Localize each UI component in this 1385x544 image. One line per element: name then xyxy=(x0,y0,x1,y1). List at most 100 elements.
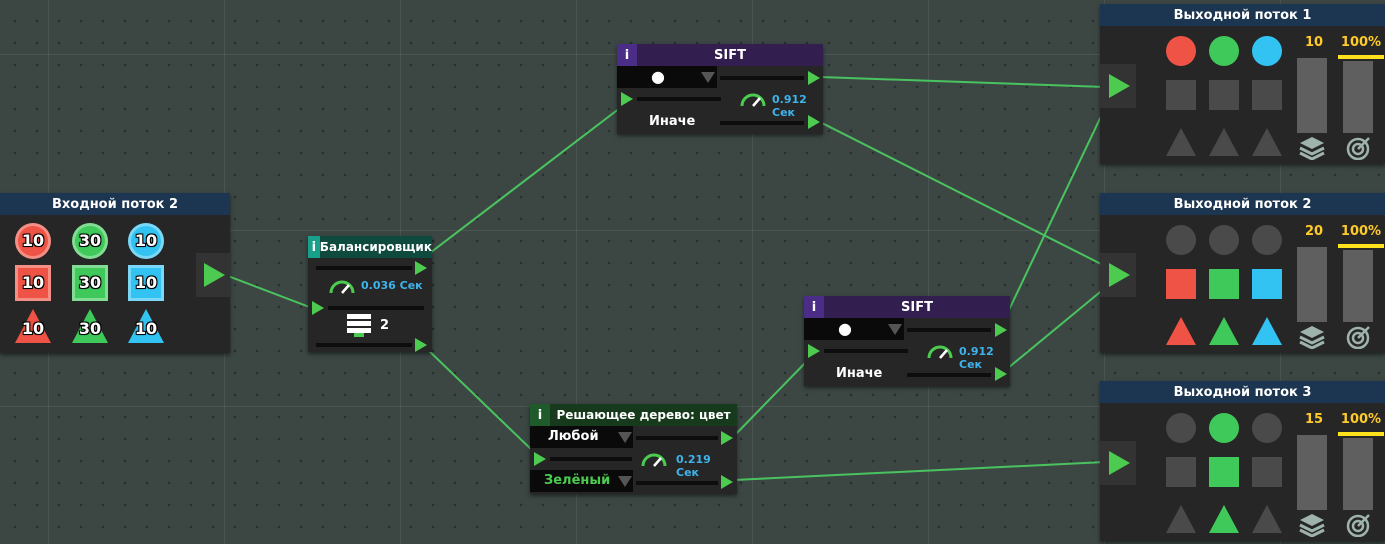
play-arrow-icon[interactable] xyxy=(995,367,1007,381)
play-arrow-icon[interactable] xyxy=(721,475,733,489)
sift-bottom-selector[interactable]: ● xyxy=(804,318,904,340)
output-square xyxy=(1252,457,1282,487)
input-stream-node[interactable]: Входной поток 2 10 30 10 10 30 10 10 30 10 xyxy=(0,193,230,353)
output-percent-bar xyxy=(1343,250,1373,322)
output-count-bar xyxy=(1297,247,1327,322)
speedometer-icon xyxy=(329,280,355,294)
stack-layers-icon xyxy=(1299,513,1325,541)
output-circle xyxy=(1166,225,1196,255)
play-arrow-icon[interactable] xyxy=(808,115,820,129)
output-square xyxy=(1209,80,1239,110)
output-count-bar xyxy=(1297,435,1327,510)
play-arrow-icon[interactable] xyxy=(312,301,324,315)
sift-node-top[interactable]: i SIFT ● 0.912 Сек Иначе xyxy=(617,44,823,134)
balancer-info-button[interactable]: i xyxy=(308,236,320,258)
sift-bottom-input-bar xyxy=(824,349,908,353)
sift-node-bottom[interactable]: i SIFT ● 0.912 Сек Иначе xyxy=(804,296,1010,386)
output-stream-title: Выходной поток 2 xyxy=(1100,193,1385,215)
balancer-title: Балансировщик xyxy=(319,236,432,258)
output-triangle xyxy=(1209,128,1239,160)
balancer-out2-bar xyxy=(316,343,412,347)
decision-tree-header: i Решающее дерево: цвет xyxy=(530,404,737,426)
output-circle xyxy=(1209,36,1239,66)
decision-tree-info-button[interactable]: i xyxy=(530,404,550,426)
play-arrow-icon[interactable] xyxy=(415,261,427,275)
output-input-port[interactable] xyxy=(1100,253,1136,297)
output-percent: 100% xyxy=(1340,35,1382,50)
output-input-port[interactable] xyxy=(1100,64,1136,108)
decision-any-label: Любой xyxy=(548,429,599,444)
server-stack-icon xyxy=(347,314,371,337)
decision-green-selector[interactable]: Зелёный xyxy=(530,470,633,492)
input-output-port[interactable] xyxy=(196,253,230,297)
output-input-port[interactable] xyxy=(1100,441,1136,485)
decision-out1-bar xyxy=(636,436,718,440)
dropdown-arrow-icon xyxy=(701,72,715,83)
play-arrow-icon[interactable] xyxy=(808,71,820,85)
sift-bottom-header: i SIFT xyxy=(804,296,1010,318)
output-square xyxy=(1252,269,1282,299)
output-triangle xyxy=(1252,128,1282,160)
output-percent-bar xyxy=(1343,61,1373,133)
sift-top-info-button[interactable]: i xyxy=(617,44,637,66)
output-triangle xyxy=(1209,317,1239,349)
output-triangle xyxy=(1252,505,1282,537)
sift-bottom-else-label: Иначе xyxy=(836,366,883,381)
sift-bottom-else-bar xyxy=(907,373,991,377)
output-square xyxy=(1209,269,1239,299)
output-stream-node[interactable]: Выходной поток 2 20 100% xyxy=(1100,193,1385,353)
output-stream-node[interactable]: Выходной поток 3 15 100% xyxy=(1100,381,1385,541)
speedometer-icon xyxy=(641,453,667,467)
balancer-out1-bar xyxy=(316,266,412,270)
output-stream-title: Выходной поток 1 xyxy=(1100,4,1385,26)
play-arrow-icon[interactable] xyxy=(721,431,733,445)
output-count: 20 xyxy=(1304,224,1324,239)
output-triangle xyxy=(1166,128,1196,160)
play-arrow-icon[interactable] xyxy=(808,344,820,358)
balancer-node[interactable]: i Балансировщик 0.036 Сек 2 xyxy=(308,236,432,352)
stack-layers-icon xyxy=(1299,325,1325,353)
balancer-input-bar xyxy=(328,306,424,310)
play-arrow-icon[interactable] xyxy=(415,338,427,352)
target-icon xyxy=(1346,136,1372,164)
output-circle xyxy=(1209,413,1239,443)
balancer-header: i Балансировщик xyxy=(308,236,432,258)
output-count: 15 xyxy=(1304,412,1324,427)
output-square xyxy=(1166,457,1196,487)
output-circle xyxy=(1252,36,1282,66)
play-arrow-icon[interactable] xyxy=(621,92,633,106)
output-circle xyxy=(1166,413,1196,443)
play-arrow-icon[interactable] xyxy=(995,323,1007,337)
output-stream-title: Выходной поток 3 xyxy=(1100,381,1385,403)
target-progress-line xyxy=(1338,244,1384,248)
sift-top-else-label: Иначе xyxy=(649,114,696,129)
decision-any-selector[interactable]: Любой xyxy=(530,426,633,448)
input-count-badge: 30 xyxy=(78,231,102,250)
dropdown-arrow-icon xyxy=(888,324,902,335)
sift-bottom-title: SIFT xyxy=(824,296,1010,318)
dropdown-arrow-icon xyxy=(618,432,632,443)
input-stream-title: Входной поток 2 xyxy=(0,193,230,215)
output-square xyxy=(1166,269,1196,299)
balancer-speed: 0.036 Сек xyxy=(361,279,423,292)
output-circle xyxy=(1252,413,1282,443)
input-count-badge: 30 xyxy=(78,273,102,292)
decision-input-bar xyxy=(550,457,632,461)
output-stream-node[interactable]: Выходной поток 1 10 100% xyxy=(1100,4,1385,164)
target-icon xyxy=(1346,513,1372,541)
output-triangle xyxy=(1166,317,1196,349)
output-triangle xyxy=(1209,505,1239,537)
play-arrow-icon[interactable] xyxy=(534,452,546,466)
output-square xyxy=(1209,457,1239,487)
stack-layers-icon xyxy=(1299,136,1325,164)
input-count-badge: 10 xyxy=(134,319,158,338)
sift-top-selector[interactable]: ● xyxy=(617,66,717,88)
output-triangle xyxy=(1166,505,1196,537)
decision-tree-node[interactable]: i Решающее дерево: цвет Любой 0.219 Сек … xyxy=(530,404,737,494)
speedometer-icon xyxy=(740,93,766,107)
play-arrow-icon xyxy=(204,263,225,287)
sift-bottom-info-button[interactable]: i xyxy=(804,296,824,318)
output-circle xyxy=(1252,225,1282,255)
input-count-badge: 10 xyxy=(21,231,45,250)
input-count-badge: 10 xyxy=(134,231,158,250)
